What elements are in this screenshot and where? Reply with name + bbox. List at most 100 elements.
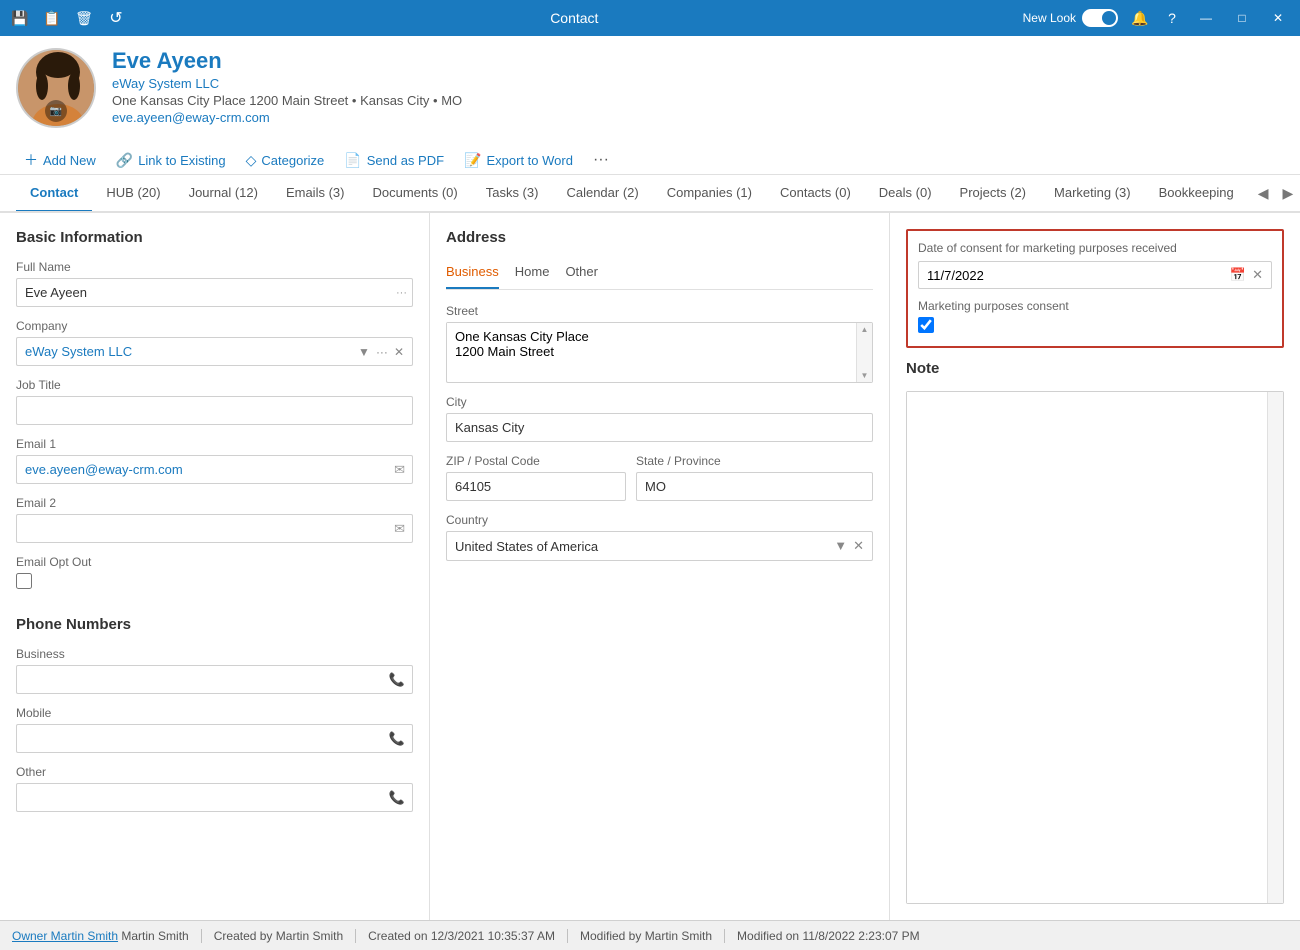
- addr-tab-home[interactable]: Home: [515, 260, 550, 289]
- camera-icon[interactable]: 📷: [45, 100, 67, 122]
- full-name-more-icon[interactable]: ···: [396, 287, 407, 299]
- tab-calendar[interactable]: Calendar (2): [552, 175, 652, 213]
- email-opt-out-checkbox[interactable]: [16, 573, 32, 589]
- note-section: Note: [906, 360, 1284, 904]
- middle-panel: Address Business Home Other Street One K…: [430, 213, 890, 920]
- modified-by-value: Martin Smith: [645, 929, 712, 943]
- categorize-button[interactable]: ◇ Categorize: [238, 148, 337, 173]
- window-title: Contact: [550, 10, 598, 26]
- calendar-icon[interactable]: 📅: [1230, 267, 1246, 283]
- tab-emails[interactable]: Emails (3): [272, 175, 359, 213]
- email1-label: Email 1: [16, 437, 413, 451]
- scroll-up-icon[interactable]: ▲: [861, 325, 869, 334]
- help-icon[interactable]: ?: [1162, 8, 1182, 28]
- more-actions-button[interactable]: ···: [585, 147, 617, 173]
- full-name-wrapper: ···: [16, 278, 413, 307]
- maximize-button[interactable]: □: [1230, 6, 1254, 30]
- mobile-phone-input[interactable]: [16, 724, 413, 753]
- add-new-button[interactable]: ＋ Add New: [16, 146, 108, 174]
- zip-field-group: ZIP / Postal Code: [446, 454, 626, 501]
- close-button[interactable]: ✕: [1266, 6, 1290, 30]
- other-phone-input[interactable]: [16, 783, 413, 812]
- marketing-consent-checkbox[interactable]: [918, 317, 934, 333]
- street-label: Street: [446, 304, 873, 318]
- toggle-switch[interactable]: [1082, 9, 1118, 27]
- titlebar-left: 💾 📋 🗑 ↺: [10, 8, 126, 28]
- delete-icon[interactable]: 🗑: [74, 8, 94, 28]
- phone-numbers-title: Phone Numbers: [16, 616, 413, 633]
- statusbar: Owner Martin Smith Martin Smith Created …: [0, 920, 1300, 950]
- modified-on-status: Modified on 11/8/2022 2:23:07 PM: [725, 929, 932, 943]
- tab-contacts[interactable]: Contacts (0): [766, 175, 865, 213]
- country-dropdown-icon[interactable]: ▼: [834, 538, 847, 554]
- company-dropdown-icon[interactable]: ▼: [358, 345, 370, 359]
- email1-input[interactable]: [16, 455, 413, 484]
- tab-deals[interactable]: Deals (0): [865, 175, 946, 213]
- email2-mail-icon: ✉: [394, 521, 405, 537]
- tab-projects[interactable]: Projects (2): [946, 175, 1040, 213]
- link-icon: 🔗: [116, 152, 133, 169]
- company-field-wrapper: ▼ ··· ✕: [16, 337, 413, 366]
- tab-marketing[interactable]: Marketing (3): [1040, 175, 1145, 213]
- export-to-word-button[interactable]: 📝 Export to Word: [456, 148, 585, 173]
- note-input[interactable]: [907, 392, 1267, 903]
- email1-mail-icon: ✉: [394, 462, 405, 478]
- tabs-prev-button[interactable]: ◀: [1252, 181, 1275, 206]
- street-input[interactable]: One Kansas City Place 1200 Main Street: [447, 323, 872, 379]
- consent-date-wrapper: 📅 ✕: [918, 261, 1272, 289]
- minimize-button[interactable]: —: [1194, 6, 1218, 30]
- owner-status[interactable]: Owner Martin Smith Martin Smith: [8, 929, 202, 943]
- other-phone-wrapper: 📞: [16, 783, 413, 812]
- city-input[interactable]: [446, 413, 873, 442]
- email2-field-group: Email 2 ✉: [16, 496, 413, 543]
- tab-tasks[interactable]: Tasks (3): [472, 175, 553, 213]
- scroll-down-icon[interactable]: ▼: [861, 371, 869, 380]
- addr-tab-business[interactable]: Business: [446, 260, 499, 289]
- zip-input[interactable]: [446, 472, 626, 501]
- notifications-icon[interactable]: 🔔: [1130, 8, 1150, 28]
- consent-date-input[interactable]: [927, 268, 1230, 283]
- email2-input[interactable]: [16, 514, 413, 543]
- right-panel: Date of consent for marketing purposes r…: [890, 213, 1300, 920]
- street-scrollbar[interactable]: ▲ ▼: [856, 323, 872, 382]
- contact-company: eWay System LLC: [112, 76, 1284, 91]
- tab-hub[interactable]: HUB (20): [92, 175, 174, 213]
- modified-by-status: Modified by Martin Smith: [568, 929, 725, 943]
- contact-email: eve.ayeen@eway-crm.com: [112, 110, 1284, 125]
- company-more-icon[interactable]: ···: [376, 345, 388, 359]
- company-clear-icon[interactable]: ✕: [394, 345, 404, 359]
- link-to-existing-button[interactable]: 🔗 Link to Existing: [108, 148, 238, 173]
- country-value: United States of America: [455, 539, 834, 554]
- send-as-pdf-button[interactable]: 📄 Send as PDF: [336, 148, 456, 173]
- tab-documents[interactable]: Documents (0): [358, 175, 471, 213]
- main-content: Basic Information Full Name ··· Company …: [0, 213, 1300, 920]
- header-area: 📷 Eve Ayeen eWay System LLC One Kansas C…: [0, 36, 1300, 175]
- country-clear-icon[interactable]: ✕: [853, 538, 864, 554]
- country-dropdown[interactable]: United States of America ▼ ✕: [446, 531, 873, 561]
- business-phone-label: Business: [16, 647, 413, 661]
- addr-tab-other[interactable]: Other: [565, 260, 598, 289]
- tab-bookkeeping[interactable]: Bookkeeping: [1145, 175, 1248, 213]
- action-toolbar: ＋ Add New 🔗 Link to Existing ◇ Categoriz…: [16, 138, 1284, 174]
- new-look-label: New Look: [1023, 11, 1076, 25]
- save-icon[interactable]: 💾: [10, 8, 30, 28]
- note-scrollbar[interactable]: [1267, 392, 1283, 903]
- tab-contact[interactable]: Contact: [16, 175, 92, 213]
- company-input[interactable]: [25, 344, 354, 359]
- word-icon: 📝: [464, 152, 481, 169]
- tab-journal[interactable]: Journal (12): [175, 175, 272, 213]
- refresh-icon[interactable]: ↺: [106, 8, 126, 28]
- consent-date-clear-icon[interactable]: ✕: [1252, 267, 1263, 283]
- save-as-icon[interactable]: 📋: [42, 8, 62, 28]
- pdf-icon: 📄: [344, 152, 361, 169]
- tab-companies[interactable]: Companies (1): [653, 175, 766, 213]
- state-input[interactable]: [636, 472, 873, 501]
- business-phone-input[interactable]: [16, 665, 413, 694]
- tabs-next-button[interactable]: ▶: [1277, 181, 1300, 206]
- created-on-value: 12/3/2021 10:35:37 AM: [431, 929, 555, 943]
- full-name-input[interactable]: [16, 278, 413, 307]
- address-title: Address: [446, 229, 873, 246]
- job-title-input[interactable]: [16, 396, 413, 425]
- email1-wrapper: ✉: [16, 455, 413, 484]
- new-look-toggle[interactable]: New Look: [1023, 9, 1118, 27]
